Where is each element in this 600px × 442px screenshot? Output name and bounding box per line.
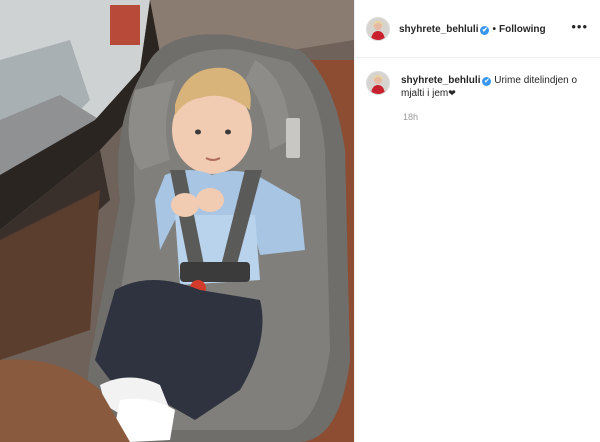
post-timestamp[interactable]: 18h	[403, 112, 418, 122]
author-username-text[interactable]: shyhrete_behluli	[399, 24, 478, 35]
post-side-panel: shyhrete_behluli ✔ • Following ••• shyhrete…	[354, 0, 600, 442]
profile-photo-icon	[367, 72, 389, 94]
verified-badge-icon: ✔	[480, 26, 490, 35]
caption-author-avatar[interactable]	[367, 72, 389, 94]
following-button[interactable]: Following	[499, 24, 546, 35]
verified-badge-icon: ✔	[482, 77, 492, 86]
author-avatar[interactable]	[367, 18, 389, 40]
post-header: shyhrete_behluli ✔ • Following •••	[355, 0, 600, 58]
child-in-car-seat-image	[0, 0, 354, 442]
caption-username[interactable]: shyhrete_behluli	[401, 75, 480, 86]
heart-emoji-icon: ❤	[448, 88, 456, 98]
author-username[interactable]: shyhrete_behluli ✔ • Following	[399, 24, 546, 35]
more-options-icon[interactable]: •••	[571, 20, 588, 33]
post-photo[interactable]	[0, 0, 354, 442]
caption-text-block: shyhrete_behluli ✔ Urime ditelindjen o mj…	[401, 74, 587, 100]
instagram-post: shyhrete_behluli ✔ • Following ••• shyhrete…	[0, 0, 600, 442]
profile-photo-icon	[367, 18, 389, 40]
header-separator: •	[492, 24, 496, 35]
